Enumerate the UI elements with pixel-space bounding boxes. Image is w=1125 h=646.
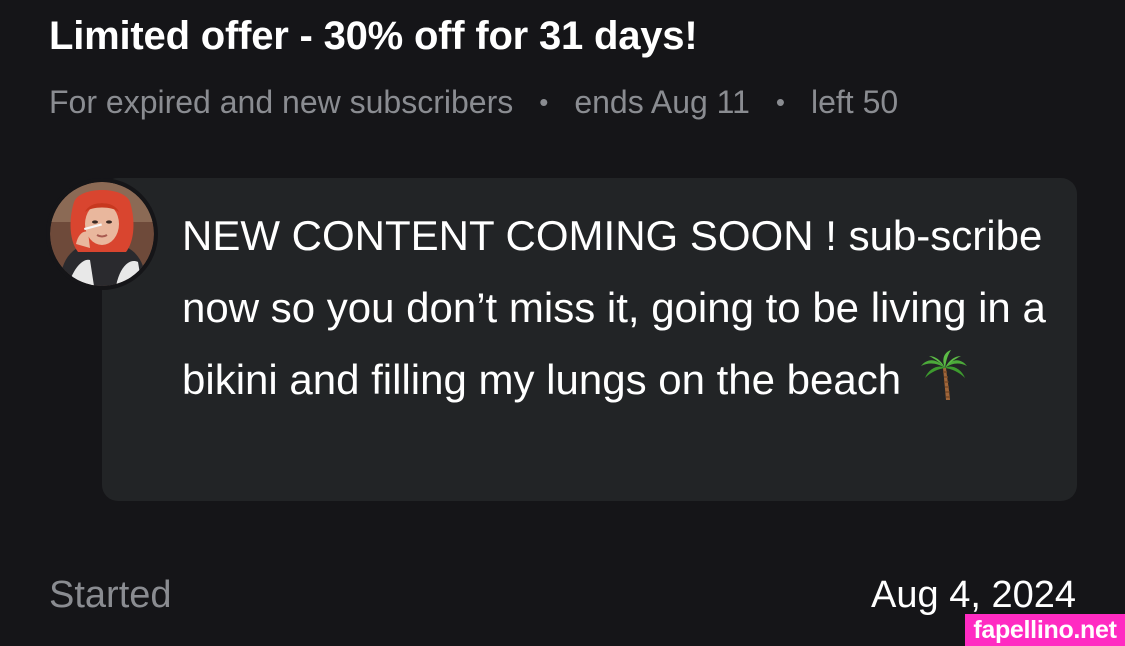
meta-separator: • bbox=[775, 87, 785, 117]
offer-end-date: ends Aug 11 bbox=[574, 84, 750, 120]
started-label: Started bbox=[49, 574, 172, 616]
message-body: NEW CONTENT COMING SOON ! sub-scribe now… bbox=[182, 200, 1047, 416]
avatar[interactable] bbox=[46, 178, 158, 290]
message-text: NEW CONTENT COMING SOON ! sub-scribe now… bbox=[182, 212, 1046, 403]
offer-remaining: left 50 bbox=[811, 84, 899, 120]
offer-screen: Limited offer - 30% off for 31 days! For… bbox=[0, 0, 1125, 646]
palm-tree-icon bbox=[919, 350, 969, 402]
watermark: fapellino.net bbox=[965, 614, 1125, 646]
started-date: Aug 4, 2024 bbox=[871, 574, 1076, 616]
offer-meta: For expired and new subscribers • ends A… bbox=[49, 84, 898, 121]
offer-audience: For expired and new subscribers bbox=[49, 84, 514, 120]
offer-title: Limited offer - 30% off for 31 days! bbox=[49, 14, 698, 58]
meta-separator: • bbox=[539, 87, 549, 117]
message-bubble: NEW CONTENT COMING SOON ! sub-scribe now… bbox=[102, 178, 1077, 501]
